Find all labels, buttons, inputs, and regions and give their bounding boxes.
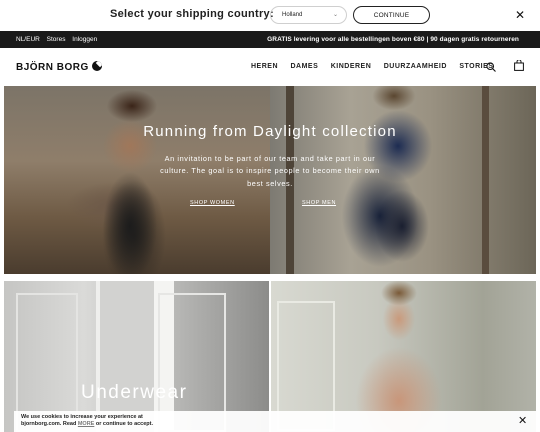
- cookie-text: We use cookies to increase your experien…: [21, 414, 181, 428]
- login-link[interactable]: Inloggen: [72, 36, 97, 43]
- underwear-title: Underwear: [81, 382, 188, 403]
- hero-title: Running from Daylight collection: [143, 123, 397, 140]
- country-select-value: Holland: [282, 12, 303, 18]
- nav-item-duurzaamheid[interactable]: DUURZAAMHEID: [384, 63, 447, 70]
- nav-item-kinderen[interactable]: KINDEREN: [331, 63, 372, 70]
- country-select[interactable]: Holland ⌄: [270, 6, 347, 24]
- promo-text: GRATIS levering voor alle bestellingen b…: [267, 36, 519, 43]
- underwear-tile[interactable]: Underwear: [4, 281, 269, 432]
- logo-text: BJÖRN BORG: [16, 62, 89, 73]
- region-link[interactable]: NL/EUR: [16, 36, 40, 43]
- stores-link[interactable]: Stores: [47, 36, 66, 43]
- cookie-banner: We use cookies to increase your experien…: [14, 411, 536, 432]
- door-panel: [96, 281, 154, 432]
- bag-icon[interactable]: [514, 60, 524, 71]
- men-underwear-tile[interactable]: [271, 281, 536, 432]
- nav-item-heren[interactable]: HEREN: [251, 63, 278, 70]
- logo-mark-icon: [91, 61, 102, 71]
- hero-description: An invitation to be part of our team and…: [160, 154, 380, 188]
- cookie-more-link[interactable]: MORE: [78, 421, 95, 427]
- site-header: BJÖRN BORG HEREN DAMES KINDEREN DUURZAAM…: [0, 48, 540, 85]
- close-icon[interactable]: ✕: [515, 8, 525, 22]
- cookie-line-2-prefix: bjornborg.com. Read: [21, 421, 77, 427]
- model-image: [351, 281, 447, 432]
- nav-item-dames[interactable]: DAMES: [290, 63, 318, 70]
- cookie-line-2-suffix: or continue to accept.: [95, 421, 154, 427]
- shop-men-link[interactable]: SHOP MEN: [302, 200, 336, 206]
- shipping-title: Select your shipping country:: [110, 8, 274, 20]
- close-icon[interactable]: ✕: [518, 414, 527, 427]
- hero-banner[interactable]: Running from Daylight collection An invi…: [4, 86, 536, 274]
- chevron-down-icon: ⌄: [332, 12, 338, 18]
- utility-bar: NL/EUR Stores Inloggen GRATIS levering v…: [0, 31, 540, 48]
- continue-button[interactable]: CONTINUE: [353, 6, 430, 24]
- main-nav: HEREN DAMES KINDEREN DUURZAAMHEID STORIE…: [251, 63, 503, 70]
- shop-women-link[interactable]: SHOP WOMEN: [190, 200, 235, 206]
- search-icon[interactable]: [486, 62, 496, 72]
- tree-trunk: [482, 86, 489, 274]
- cookie-line-1: We use cookies to increase your experien…: [21, 414, 143, 420]
- logo[interactable]: BJÖRN BORG: [16, 61, 102, 73]
- shipping-bar: Select your shipping country: Holland ⌄ …: [0, 0, 540, 31]
